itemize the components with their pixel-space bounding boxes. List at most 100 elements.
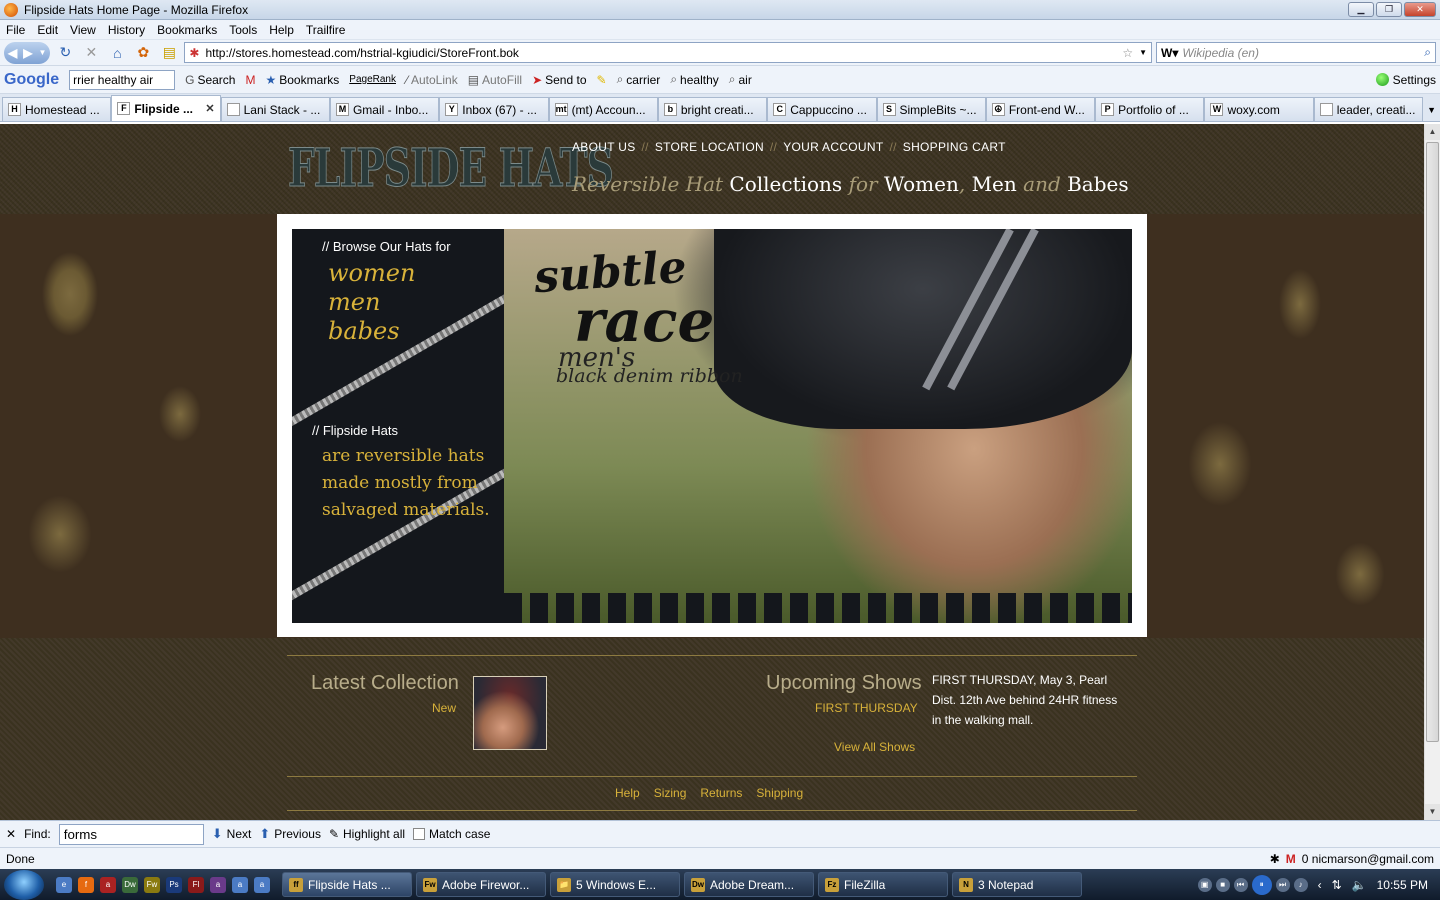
photoshop-icon[interactable]: Ps (166, 876, 182, 893)
nav-your-account[interactable]: YOUR ACCOUNT (783, 140, 883, 154)
taskbar-item-3[interactable]: Dw Adobe Dream... (684, 872, 814, 897)
close-find-icon[interactable]: ✕ (6, 827, 16, 841)
network-icon[interactable]: ⇅ (1332, 878, 1342, 892)
close-tab-icon[interactable]: ✕ (205, 102, 214, 115)
tray-expand-icon[interactable]: ‹ (1318, 878, 1322, 892)
taskbar-item-0[interactable]: ff Flipside Hats ... (282, 872, 412, 897)
highlight-all-button[interactable]: ✎ Highlight all (329, 827, 405, 841)
reload-icon[interactable]: ↻ (54, 42, 76, 64)
nav-shopping-cart[interactable]: SHOPPING CART (903, 140, 1006, 154)
menu-tools[interactable]: Tools (229, 23, 257, 37)
footer-sizing-link[interactable]: Sizing (654, 786, 687, 800)
term-carrier[interactable]: ⌕ carrier (617, 72, 661, 87)
addon-icon[interactable]: ✿ (132, 42, 154, 64)
footer-returns-link[interactable]: Returns (700, 786, 742, 800)
app-icon[interactable]: a (210, 876, 226, 893)
autolink-button[interactable]: ⁄ AutoLink (406, 73, 458, 87)
taskbar-item-2[interactable]: 📁 5 Windows E... (550, 872, 680, 897)
previous-track-icon[interactable]: ⏮ (1233, 877, 1248, 892)
bookmark-star-icon[interactable]: ☆ (1122, 46, 1133, 60)
match-case-checkbox[interactable]: Match case (413, 827, 490, 841)
taskbar-item-5[interactable]: N 3 Notepad (952, 872, 1082, 897)
tab-12[interactable]: leader, creati... (1313, 97, 1424, 121)
url-bar[interactable]: ✱ http://stores.homestead.com/hstrial-kg… (184, 42, 1152, 63)
tab-list-icon[interactable]: ▼ (1423, 105, 1440, 121)
clock[interactable]: 10:55 PM (1377, 878, 1428, 892)
tab-5[interactable]: mt (mt) Accoun... (548, 97, 658, 121)
url-text[interactable]: http://stores.homestead.com/hstrial-kgiu… (205, 46, 1116, 60)
term-air[interactable]: ⌕ air (729, 72, 752, 87)
nav-store-location[interactable]: STORE LOCATION (655, 140, 764, 154)
highlighter-button[interactable]: ✎ (597, 73, 607, 87)
search-placeholder[interactable]: Wikipedia (en) (1182, 46, 1420, 60)
search-icon[interactable]: ⌕ (1424, 45, 1431, 60)
menu-view[interactable]: View (70, 23, 96, 37)
category-men[interactable]: men (328, 288, 415, 317)
ie-icon[interactable]: e (56, 876, 72, 893)
flipside-logo[interactable]: FLIPSIDE HATS (288, 138, 615, 200)
forward-icon[interactable]: ▶ (23, 46, 32, 60)
minimize-button[interactable]: ▁ (1348, 2, 1374, 17)
category-babes[interactable]: babes (328, 317, 415, 346)
hero-image[interactable]: subtle race men's black denim ribbon (504, 229, 1132, 623)
home-icon[interactable]: ⌂ (106, 42, 128, 64)
addon-status-icon[interactable]: ✱ (1270, 852, 1280, 866)
app-icon[interactable]: a (100, 876, 116, 893)
find-next-button[interactable]: ⬇ Next (212, 826, 252, 842)
tab-0[interactable]: H Homestead ... (2, 97, 112, 121)
stop-icon[interactable]: ✕ (80, 42, 102, 64)
tab-9[interactable]: ☮ Front-end W... (985, 97, 1096, 121)
term-healthy[interactable]: ⌕ healthy (670, 72, 718, 87)
menu-edit[interactable]: Edit (37, 23, 58, 37)
next-track-icon[interactable]: ⏭ (1275, 877, 1290, 892)
category-women[interactable]: women (328, 259, 415, 288)
app-icon[interactable]: a (254, 876, 270, 893)
tab-8[interactable]: S SimpleBits ~... (876, 97, 986, 121)
find-previous-button[interactable]: ⬆ Previous (259, 826, 321, 842)
find-input[interactable] (58, 823, 204, 845)
menu-trailfire[interactable]: Trailfire (306, 23, 346, 37)
tab-1[interactable]: F Flipside ... ✕ (111, 95, 221, 121)
dreamweaver-icon[interactable]: Dw (122, 876, 138, 893)
wikipedia-icon[interactable]: W▾ (1161, 46, 1178, 60)
nav-about-us[interactable]: ABOUT US (572, 140, 636, 154)
scroll-thumb[interactable] (1426, 142, 1439, 742)
pause-icon[interactable]: ⏸ (1251, 874, 1272, 895)
footer-shipping-link[interactable]: Shipping (756, 786, 803, 800)
media-icon[interactable]: ▣ (1197, 877, 1212, 892)
tab-3[interactable]: M Gmail - Inbo... (329, 97, 440, 121)
back-icon[interactable]: ◀ (8, 46, 17, 60)
google-search-input[interactable]: rrier healthy air (69, 69, 176, 90)
vertical-scrollbar[interactable]: ▲ ▼ (1424, 124, 1440, 820)
tab-2[interactable]: Lani Stack - ... (220, 97, 330, 121)
autofill-button[interactable]: ▤ AutoFill (468, 73, 522, 87)
app-icon[interactable]: a (232, 876, 248, 893)
scroll-down-icon[interactable]: ▼ (1425, 804, 1440, 820)
scroll-up-icon[interactable]: ▲ (1425, 124, 1440, 140)
url-dropdown-icon[interactable]: ▼ (1139, 48, 1147, 57)
sendto-button[interactable]: ➤ Send to (532, 73, 586, 87)
footer-help-link[interactable]: Help (615, 786, 640, 800)
toolbar-settings-button[interactable]: Settings (1375, 73, 1436, 87)
menu-help[interactable]: Help (269, 23, 294, 37)
start-button[interactable] (4, 869, 44, 900)
fireworks-icon[interactable]: Fw (144, 876, 160, 893)
latest-new-link[interactable]: New (432, 701, 456, 715)
speaker-icon[interactable]: 🔈 (1352, 878, 1367, 892)
gmail-button[interactable]: M (245, 73, 255, 87)
volume-icon[interactable]: ♪ (1293, 877, 1308, 892)
gmail-notifier[interactable]: 0 nicmarson@gmail.com (1302, 852, 1434, 866)
taskbar-item-4[interactable]: Fz FileZilla (818, 872, 948, 897)
menu-history[interactable]: History (108, 23, 145, 37)
maximize-button[interactable]: ❐ (1376, 2, 1402, 17)
menu-file[interactable]: File (6, 23, 25, 37)
search-bar[interactable]: W▾ Wikipedia (en) ⌕ (1156, 42, 1436, 63)
tab-4[interactable]: Y Inbox (67) - ... (439, 97, 549, 121)
tab-6[interactable]: b bright creati... (657, 97, 768, 121)
gmail-icon[interactable]: M (1286, 852, 1296, 866)
google-bookmarks-button[interactable]: ★ Bookmarks (265, 73, 339, 87)
taskbar-item-1[interactable]: Fw Adobe Firewor... (416, 872, 546, 897)
tab-11[interactable]: Wwoxy.com (1204, 97, 1314, 121)
menu-bookmarks[interactable]: Bookmarks (157, 23, 217, 37)
view-all-shows-link[interactable]: View All Shows (834, 740, 915, 754)
